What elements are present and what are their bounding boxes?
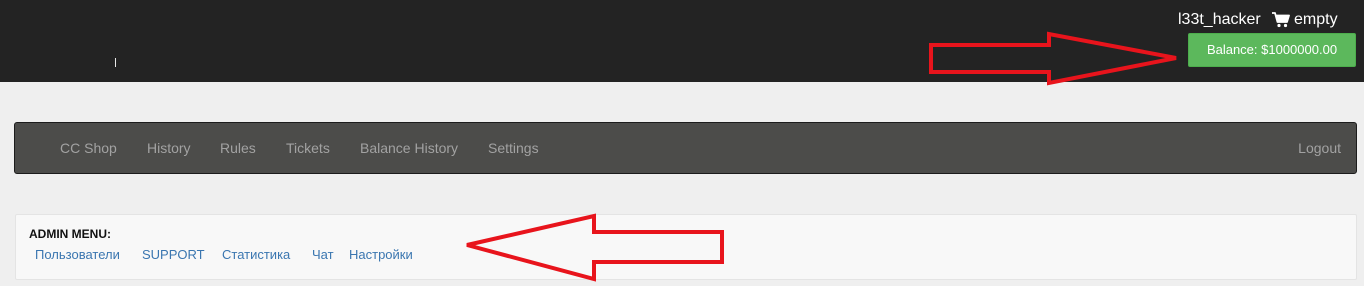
shopping-cart-icon xyxy=(1272,12,1290,28)
top-header-bar: l33t_hacker empty Balance: $1000000.00 xyxy=(0,0,1364,82)
admin-link-statistics[interactable]: Статистика xyxy=(222,247,290,263)
cart-status-label: empty xyxy=(1294,11,1338,28)
admin-link-support[interactable]: SUPPORT xyxy=(142,247,205,263)
admin-link-users[interactable]: Пользователи xyxy=(35,247,120,263)
text-cursor-mark xyxy=(115,58,116,67)
admin-link-settings[interactable]: Настройки xyxy=(349,247,413,263)
admin-menu-title: ADMIN MENU: xyxy=(29,227,111,241)
nav-item-rules[interactable]: Rules xyxy=(220,140,256,157)
logout-link[interactable]: Logout xyxy=(1298,140,1341,157)
cart-link[interactable]: empty xyxy=(1272,10,1338,30)
nav-item-tickets[interactable]: Tickets xyxy=(286,140,330,157)
nav-item-balance-history[interactable]: Balance History xyxy=(360,140,458,157)
main-navbar: CC Shop History Rules Tickets Balance Hi… xyxy=(14,122,1357,174)
nav-item-settings[interactable]: Settings xyxy=(488,140,539,157)
nav-item-history[interactable]: History xyxy=(147,140,191,157)
admin-menu-panel: ADMIN MENU: Пользователи SUPPORT Статист… xyxy=(15,214,1357,280)
username-link[interactable]: l33t_hacker xyxy=(1178,10,1261,30)
admin-link-chat[interactable]: Чат xyxy=(312,247,334,263)
balance-button[interactable]: Balance: $1000000.00 xyxy=(1188,33,1356,67)
nav-item-cc-shop[interactable]: CC Shop xyxy=(60,140,117,157)
